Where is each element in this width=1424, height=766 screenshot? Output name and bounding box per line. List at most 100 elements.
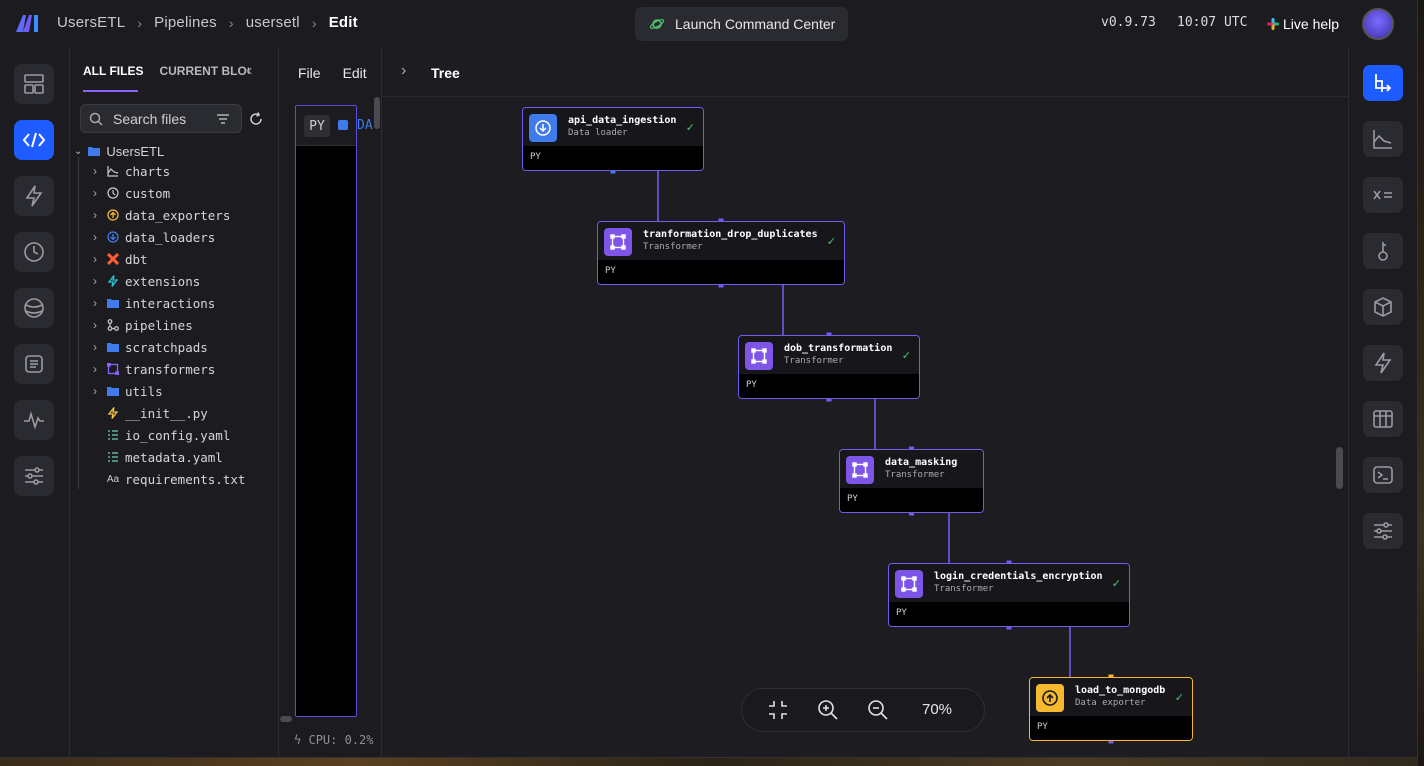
zoom-out-icon bbox=[868, 700, 888, 720]
menu-edit[interactable]: Edit bbox=[343, 65, 367, 81]
tree-item-label: scratchpads bbox=[125, 339, 208, 355]
pipeline-block-tranformation-drop-duplicates[interactable]: tranformation_drop_duplicates Transformer… bbox=[597, 221, 845, 285]
lightning-icon bbox=[1374, 352, 1392, 374]
refresh-icon[interactable] bbox=[249, 112, 263, 126]
top-header: UsersETL › Pipelines › usersetl › Edit L… bbox=[0, 0, 1417, 48]
python-icon bbox=[107, 407, 119, 419]
block-name: load_to_mongodb bbox=[1075, 685, 1166, 696]
chevron-right-icon: › bbox=[93, 318, 97, 332]
block-header: load_to_mongodb Data exporter ✓ bbox=[1030, 678, 1192, 718]
tree-item-requirements-txt[interactable]: Aa requirements.txt bbox=[93, 468, 246, 490]
tab-current-block[interactable]: CURRENT BLOCK bbox=[159, 64, 249, 92]
search-files-input[interactable]: Search files bbox=[80, 104, 242, 133]
tree-item-label: __init__.py bbox=[125, 405, 208, 421]
custom-icon bbox=[107, 187, 119, 199]
folder-icon bbox=[107, 342, 119, 352]
tree-item-custom[interactable]: › custom bbox=[93, 182, 170, 204]
tree-item-transformers[interactable]: › transformers bbox=[93, 358, 215, 380]
nav-code-button[interactable] bbox=[14, 120, 54, 160]
breadcrumb-project[interactable]: UsersETL bbox=[57, 14, 125, 31]
variables-button[interactable] bbox=[1363, 177, 1403, 213]
tab-all-files[interactable]: ALL FILES bbox=[83, 64, 143, 92]
user-avatar[interactable] bbox=[1362, 8, 1394, 40]
menu-file[interactable]: File bbox=[298, 65, 321, 81]
editor-vscroll[interactable] bbox=[374, 97, 380, 129]
desktop-background-edge bbox=[1418, 0, 1424, 766]
block-name: data_masking bbox=[885, 457, 958, 468]
nav-backfills-button[interactable] bbox=[14, 288, 54, 328]
chart-icon bbox=[107, 165, 119, 177]
zoom-in-button[interactable] bbox=[816, 698, 840, 722]
pipeline-block-dob-transformation[interactable]: dob_transformation Transformer ✓ PY bbox=[738, 335, 920, 399]
nav-logs-button[interactable] bbox=[14, 344, 54, 384]
dependency-graph[interactable]: api_data_ingestion Data loader ✓ PY tranform… bbox=[383, 96, 1348, 757]
tree-item-label: pipelines bbox=[125, 317, 193, 333]
cpu-icon: ϟ bbox=[294, 733, 302, 747]
tree-item-charts[interactable]: › charts bbox=[93, 160, 170, 182]
clock-label: 10:07 UTC bbox=[1177, 15, 1248, 30]
chevron-right-icon: › bbox=[93, 252, 97, 266]
zoom-out-button[interactable] bbox=[866, 698, 890, 722]
code-block-pane[interactable]: PY bbox=[295, 105, 357, 717]
tree-item-scratchpads[interactable]: › scratchpads bbox=[93, 336, 208, 358]
blocks-button[interactable] bbox=[1363, 289, 1403, 325]
tree-root-label: UsersETL bbox=[106, 143, 165, 159]
tree-item-utils[interactable]: › utils bbox=[93, 380, 163, 402]
code-block-header: PY bbox=[296, 106, 356, 146]
triggers-button[interactable] bbox=[1363, 345, 1403, 381]
tree-view-button[interactable] bbox=[1363, 65, 1403, 101]
block-name: tranformation_drop_duplicates bbox=[643, 229, 818, 240]
key-icon bbox=[1378, 242, 1388, 261]
pipeline-icon bbox=[107, 319, 119, 331]
pipeline-block-login-credentials-encryption[interactable]: login_credentials_encryption Transformer ✓… bbox=[888, 563, 1130, 627]
settings-button[interactable] bbox=[1363, 513, 1403, 549]
charts-button[interactable] bbox=[1363, 121, 1403, 157]
block-header: data_masking Transformer bbox=[840, 450, 983, 490]
tree-root[interactable]: ⌄ UsersETL bbox=[74, 140, 164, 162]
secrets-button[interactable] bbox=[1363, 233, 1403, 269]
breadcrumb-pipelines[interactable]: Pipelines bbox=[154, 14, 217, 31]
filter-icon[interactable] bbox=[217, 114, 229, 124]
editor-hscroll[interactable] bbox=[280, 716, 292, 722]
tree-item-pipelines[interactable]: › pipelines bbox=[93, 314, 193, 336]
mage-logo-icon[interactable] bbox=[14, 12, 42, 34]
tree-item-interactions[interactable]: › interactions bbox=[93, 292, 215, 314]
status-check-icon: ✓ bbox=[1111, 578, 1121, 590]
code-icon bbox=[22, 132, 46, 148]
tree-item-data-loaders[interactable]: › data_loaders bbox=[93, 226, 215, 248]
breadcrumb-pipeline[interactable]: usersetl bbox=[246, 14, 300, 31]
sliders-icon bbox=[25, 467, 43, 485]
data-table-button[interactable] bbox=[1363, 401, 1403, 437]
tree-item-extensions[interactable]: › extensions bbox=[93, 270, 200, 292]
chevron-right-icon: › bbox=[93, 208, 97, 222]
nav-triggers-button[interactable] bbox=[14, 176, 54, 216]
tree-item-metadata-yaml[interactable]: metadata.yaml bbox=[93, 446, 223, 468]
chevron-right-icon: › bbox=[228, 14, 234, 31]
pipeline-block-load-to-mongodb[interactable]: load_to_mongodb Data exporter ✓ PY bbox=[1029, 677, 1193, 741]
right-tool-rail bbox=[1348, 48, 1417, 757]
pipeline-block-api-data-ingestion[interactable]: api_data_ingestion Data loader ✓ PY bbox=[522, 107, 704, 171]
terminal-button[interactable] bbox=[1363, 457, 1403, 493]
nav-monitor-button[interactable] bbox=[14, 400, 54, 440]
tree-item-label: data_exporters bbox=[125, 207, 231, 223]
pipeline-block-data-masking[interactable]: data_masking Transformer PY bbox=[839, 449, 984, 513]
nav-runs-button[interactable] bbox=[14, 232, 54, 272]
fit-view-button[interactable] bbox=[766, 698, 790, 722]
tree-item-init-py[interactable]: __init__.py bbox=[93, 402, 208, 424]
logs-icon bbox=[25, 355, 43, 373]
language-badge: PY bbox=[304, 115, 330, 137]
chevron-right-icon[interactable]: › bbox=[401, 62, 406, 80]
tree-item-io-config-yaml[interactable]: io_config.yaml bbox=[93, 424, 230, 446]
yaml-icon bbox=[107, 451, 119, 463]
canvas-vscroll[interactable] bbox=[1336, 447, 1343, 489]
tree-item-label: requirements.txt bbox=[125, 471, 246, 487]
editor-column: File Edit PY DA ϟ CPU: 0.2% bbox=[280, 48, 382, 757]
tree-item-dbt[interactable]: › dbt bbox=[93, 248, 148, 270]
launch-command-center-button[interactable]: Launch Command Center bbox=[635, 7, 848, 41]
collapse-panel-icon[interactable]: ‹ bbox=[247, 62, 252, 80]
tree-item-data-exporters[interactable]: › data_exporters bbox=[93, 204, 230, 226]
nav-overview-button[interactable] bbox=[14, 64, 54, 104]
nav-settings-button[interactable] bbox=[14, 456, 54, 496]
live-help-button[interactable]: Live help bbox=[1267, 16, 1339, 32]
download-icon bbox=[107, 231, 119, 243]
